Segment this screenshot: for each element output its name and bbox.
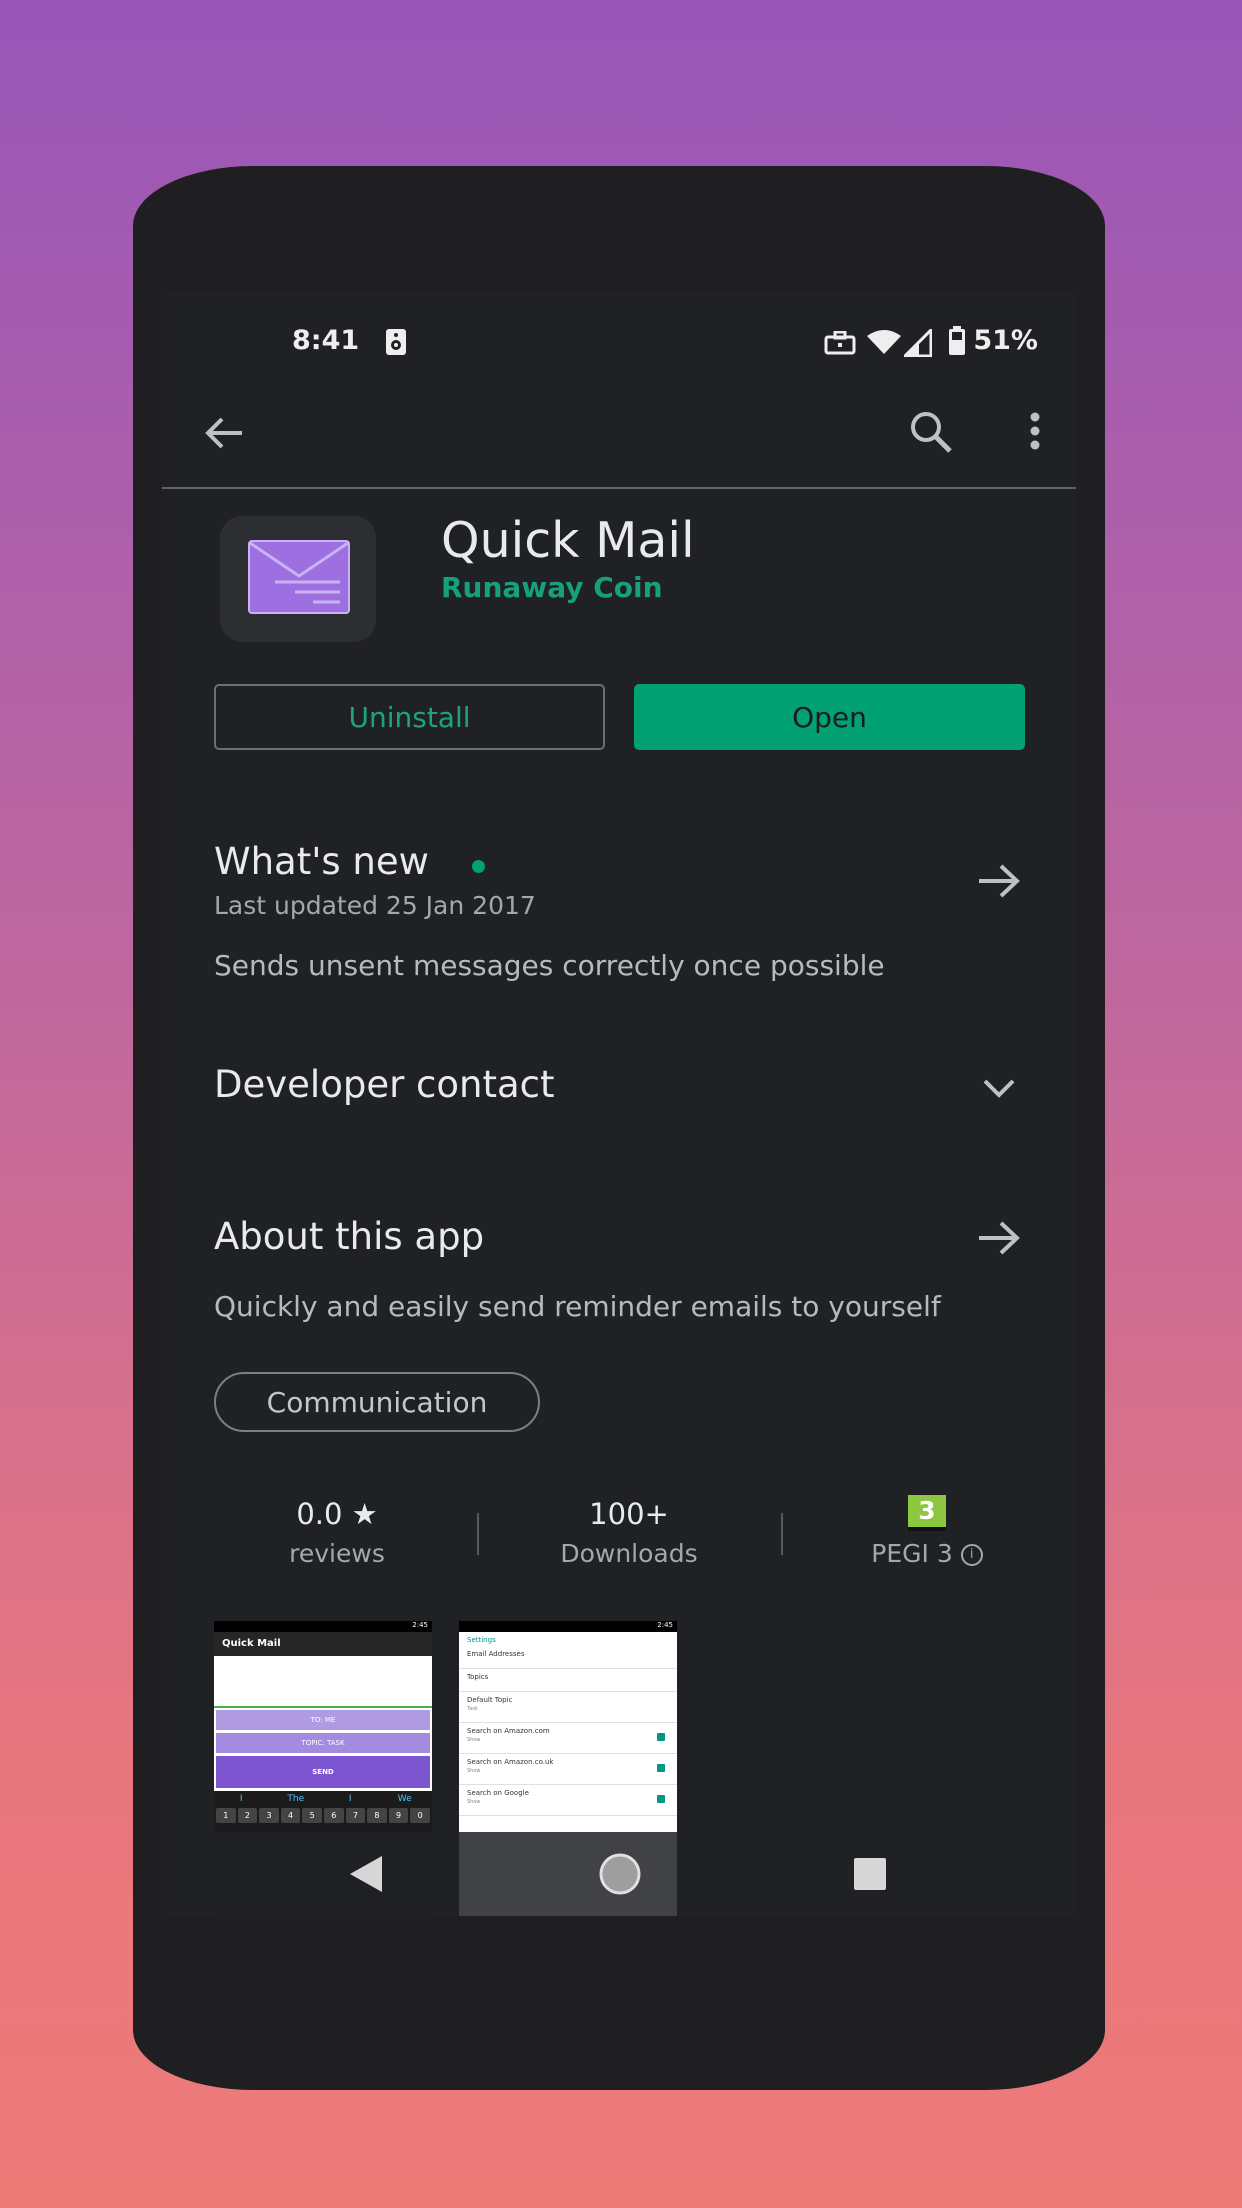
nav-recents-icon[interactable] (853, 1857, 887, 1891)
open-button[interactable]: Open (634, 684, 1025, 750)
back-arrow-icon[interactable] (202, 411, 246, 455)
settings-row-subtitle: Show (467, 1768, 481, 1774)
battery-percent: 51% (973, 325, 1038, 356)
chevron-down-icon[interactable] (981, 1076, 1017, 1100)
downloads-stat: 100+ Downloads (524, 1497, 734, 1568)
category-chip[interactable]: Communication (214, 1372, 540, 1432)
shot1-compose-area (214, 1656, 432, 1708)
signal-icon (904, 329, 932, 357)
settings-row-subtitle: Task (467, 1706, 478, 1712)
info-icon: i (960, 1544, 983, 1566)
settings-row: Default Topic Task (459, 1692, 677, 1723)
settings-row: Search on Amazon.com Show (459, 1723, 677, 1754)
pegi-badge: 3 (908, 1495, 946, 1531)
nav-back-icon[interactable] (346, 1854, 386, 1894)
shot2-settings-list: Email Addresses Topics Default Topic Task Se… (459, 1646, 677, 1816)
keyboard-key: 7 (345, 1808, 366, 1823)
battery-icon (949, 326, 965, 355)
settings-row: Email Addresses (459, 1646, 677, 1669)
shot1-topic-button: TOPIC: TASK (216, 1733, 430, 1753)
keyboard-key: 8 (367, 1808, 387, 1823)
shot2-header: Settings (467, 1636, 496, 1644)
whats-new-title: What's new (214, 840, 429, 883)
keyboard-suggestion: We (397, 1793, 412, 1804)
briefcase-icon (824, 331, 856, 355)
checkbox-icon (657, 1764, 665, 1772)
whats-new-arrow-icon[interactable] (977, 862, 1021, 900)
keyboard-key: 5 (302, 1808, 322, 1823)
downloads-value: 100+ (589, 1497, 669, 1531)
app-title: Quick Mail (441, 512, 695, 569)
nav-home-icon[interactable] (598, 1852, 642, 1896)
stat-divider (781, 1513, 783, 1555)
settings-row-title: Topics (467, 1673, 489, 1681)
keyboard-key: 0 (410, 1808, 430, 1823)
shot1-to-button: TO: ME (216, 1710, 430, 1730)
keyboard-suggestion: The (287, 1793, 305, 1804)
play-store-screen: 8:41 51% Quick Mail Runaway Coin Uninsta… (162, 291, 1076, 1916)
new-dot-icon (472, 860, 485, 873)
developer-contact-title[interactable]: Developer contact (214, 1063, 555, 1106)
settings-row: Search on Google Show (459, 1785, 677, 1816)
settings-row: Topics (459, 1669, 677, 1692)
app-bar-divider (162, 487, 1076, 489)
settings-row-title: Search on Google (467, 1789, 529, 1797)
keyboard-key: 3 (259, 1808, 279, 1823)
keyboard-suggestion: I (348, 1793, 352, 1804)
keyboard-key: 6 (323, 1808, 344, 1823)
developer-link[interactable]: Runaway Coin (441, 571, 663, 604)
search-icon[interactable] (908, 409, 954, 455)
shot1-suggestions: I The I We (214, 1791, 432, 1806)
pegi-label: PEGI 3 i (847, 1539, 1007, 1568)
about-arrow-icon[interactable] (977, 1219, 1021, 1257)
about-text: Quickly and easily send reminder emails … (214, 1290, 941, 1323)
keyboard-key: 2 (237, 1808, 258, 1823)
pegi-stat[interactable]: 3 PEGI 3 i (847, 1495, 1007, 1568)
settings-row-title: Email Addresses (467, 1650, 525, 1658)
whats-new-text: Sends unsent messages correctly once pos… (214, 949, 885, 982)
speaker-icon (386, 329, 406, 355)
rating-value: 0.0 (296, 1497, 343, 1531)
uninstall-button[interactable]: Uninstall (214, 684, 605, 750)
shot1-keyboard: 1234567890 (214, 1806, 432, 1825)
navigation-bar (162, 1832, 1076, 1916)
star-icon: ★ (351, 1497, 378, 1531)
more-vert-icon[interactable] (1028, 411, 1042, 451)
envelope-icon (248, 540, 350, 614)
status-time: 8:41 (292, 325, 360, 356)
settings-row-title: Default Topic (467, 1696, 513, 1704)
shot1-title: Quick Mail (214, 1632, 432, 1656)
rating-label: reviews (289, 1539, 385, 1568)
rating-stat: 0.0 ★ reviews (252, 1497, 422, 1568)
checkbox-icon (657, 1795, 665, 1803)
stat-divider (477, 1513, 479, 1555)
settings-row-title: Search on Amazon.co.uk (467, 1758, 554, 1766)
keyboard-key: 4 (280, 1808, 301, 1823)
wifi-icon (867, 330, 901, 354)
settings-row-subtitle: Show (467, 1737, 481, 1743)
keyboard-key: 9 (388, 1808, 409, 1823)
shot1-status: 2:45 (214, 1621, 432, 1632)
settings-row: Search on Amazon.co.uk Show (459, 1754, 677, 1785)
about-title[interactable]: About this app (214, 1215, 484, 1258)
shot2-status: 2:45 (459, 1621, 677, 1632)
keyboard-suggestion: I (239, 1793, 243, 1804)
settings-row-title: Search on Amazon.com (467, 1727, 550, 1735)
app-icon (220, 516, 376, 642)
checkbox-icon (657, 1733, 665, 1741)
downloads-label: Downloads (560, 1539, 698, 1568)
last-updated: Last updated 25 Jan 2017 (214, 891, 536, 920)
shot1-send-button: SEND (216, 1756, 430, 1788)
keyboard-key: 1 (216, 1808, 236, 1823)
settings-row-subtitle: Show (467, 1799, 481, 1805)
